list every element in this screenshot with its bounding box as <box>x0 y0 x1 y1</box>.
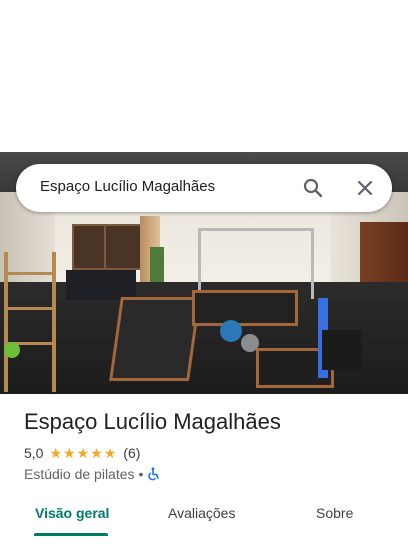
blank-top-area <box>0 0 408 152</box>
separator: • <box>138 466 144 482</box>
star-icon: ★ <box>103 445 117 461</box>
category-row: Estúdio de pilates • <box>24 465 161 483</box>
star-icon: ★ <box>63 445 76 461</box>
star-icon: ★ <box>49 445 63 461</box>
active-tab-indicator <box>34 533 108 536</box>
star-icon: ★ <box>76 445 90 461</box>
category-label: Estúdio de pilates <box>24 466 135 482</box>
rating-row[interactable]: 5,0 ★ ★ ★ ★ ★ (6) <box>24 444 140 462</box>
place-title: Espaço Lucílio Magalhães <box>24 409 281 434</box>
wheelchair-icon[interactable] <box>147 467 161 481</box>
close-icon[interactable] <box>349 172 381 204</box>
star-icon: ★ <box>90 445 103 461</box>
tab-bar: Visão geral Avaliações Sobre <box>0 498 408 544</box>
tab-reviews[interactable]: Avaliações <box>168 505 235 521</box>
search-input[interactable]: Espaço Lucílio Magalhães <box>40 178 215 195</box>
rating-value: 5,0 <box>24 445 44 461</box>
star-rating: ★ ★ ★ ★ ★ <box>49 446 117 460</box>
search-icon[interactable] <box>297 172 329 204</box>
search-bar[interactable]: Espaço Lucílio Magalhães <box>16 164 392 212</box>
review-count[interactable]: (6) <box>123 445 140 461</box>
tab-about[interactable]: Sobre <box>316 505 353 521</box>
tab-overview[interactable]: Visão geral <box>35 505 109 521</box>
